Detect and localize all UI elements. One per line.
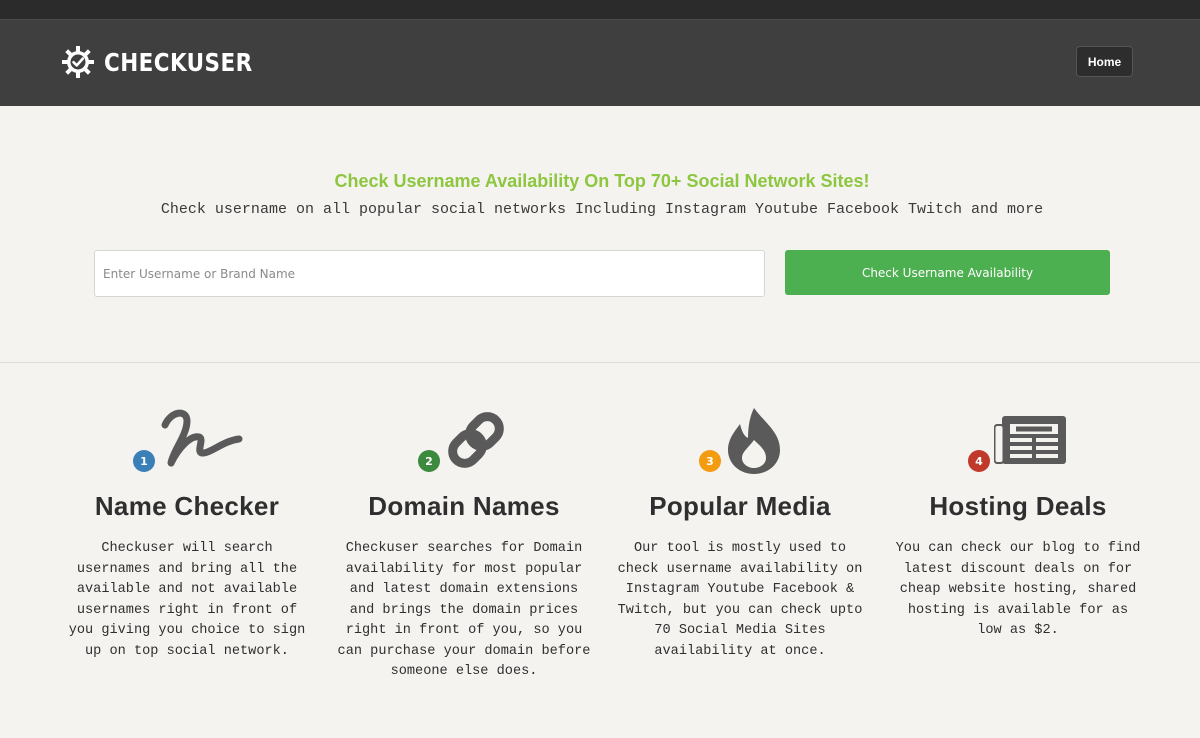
site-header: CHECKUSER Home	[0, 19, 1200, 106]
feature-description: Checkuser will search usernames and brin…	[68, 541, 306, 659]
top-bar	[0, 0, 1200, 19]
section-divider	[0, 362, 1200, 363]
feature-description: Our tool is mostly used to check usernam…	[617, 541, 863, 659]
feature-number-badge: 1	[133, 450, 155, 472]
feature-title: Hosting Deals	[929, 491, 1107, 521]
logo-text: CHECKUSER	[104, 47, 253, 77]
signature-icon	[161, 409, 243, 467]
nav-home-button[interactable]: Home	[1076, 46, 1133, 77]
feature-number-badge: 3	[699, 450, 721, 472]
feature-domain-names: 2 Domain Names Checkuser searches for Do…	[334, 400, 594, 683]
check-availability-button[interactable]: Check Username Availability	[785, 250, 1110, 295]
link-icon	[448, 412, 504, 468]
feature-description: You can check our blog to find latest di…	[895, 541, 1141, 638]
site-logo[interactable]: CHECKUSER	[60, 44, 277, 80]
feature-title: Popular Media	[649, 491, 831, 521]
username-search-input[interactable]	[94, 250, 765, 297]
hero-title: Check Username Availability On Top 70+ S…	[334, 171, 870, 191]
feature-popular-media: 3 Popular Media Our tool is mostly used …	[610, 400, 870, 662]
feature-name-checker: 1 Name Checker Checkuser will search use…	[57, 400, 317, 662]
gear-check-icon	[62, 46, 94, 78]
fire-icon	[728, 408, 780, 474]
feature-number-badge: 2	[418, 450, 440, 472]
newspaper-icon	[994, 416, 1066, 464]
feature-title: Name Checker	[94, 491, 280, 521]
feature-hosting-deals: 4 Hosting Deals You can check our blog t…	[888, 400, 1148, 642]
feature-title: Domain Names	[368, 491, 560, 521]
feature-description: Checkuser searches for Domain availabili…	[337, 541, 591, 679]
hero-subtitle: Check username on all popular social net…	[160, 201, 1044, 218]
feature-number-badge: 4	[968, 450, 990, 472]
